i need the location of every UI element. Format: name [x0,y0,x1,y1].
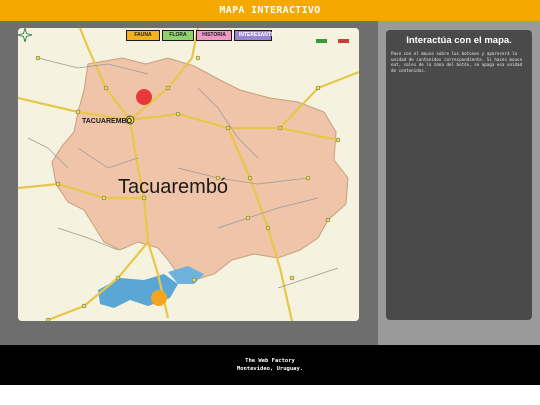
compass-icon [18,28,32,42]
page-title: MAPA INTERACTIVO [219,5,321,16]
category-interesante-button[interactable]: INTERESANTE [234,30,274,41]
legend-green-marker [316,39,327,43]
info-box: Interactúa con el mapa. Pase con el mous… [386,30,532,320]
category-flora-button[interactable]: FLORA [162,30,194,41]
category-buttons: FAUNA FLORA HISTORIA INTERESANTE [126,30,274,41]
footer-company: The Web Factory [245,357,295,364]
info-body: Pase con el mouse sobre los botones y ap… [391,51,523,74]
info-title: Interactúa con el mapa. [406,35,512,46]
category-historia-button[interactable]: HISTORIA [196,30,232,41]
city-label: TACUAREMBÓ [82,118,133,125]
interactive-map[interactable]: FAUNA FLORA HISTORIA INTERESANTE TACUARE… [18,28,359,321]
department-label: Tacuarembó [118,176,229,198]
footer-location: Montevideo, Uruguay. [236,366,304,372]
header-bar: MAPA INTERACTIVO [0,0,540,21]
hotspot-orange[interactable] [151,290,167,306]
footer: The Web Factory Montevideo, Uruguay. [0,345,540,385]
map-graphic [18,28,359,321]
hotspot-red[interactable] [136,89,152,105]
legend-red-marker [338,39,349,43]
category-fauna-button[interactable]: FAUNA [126,30,160,41]
